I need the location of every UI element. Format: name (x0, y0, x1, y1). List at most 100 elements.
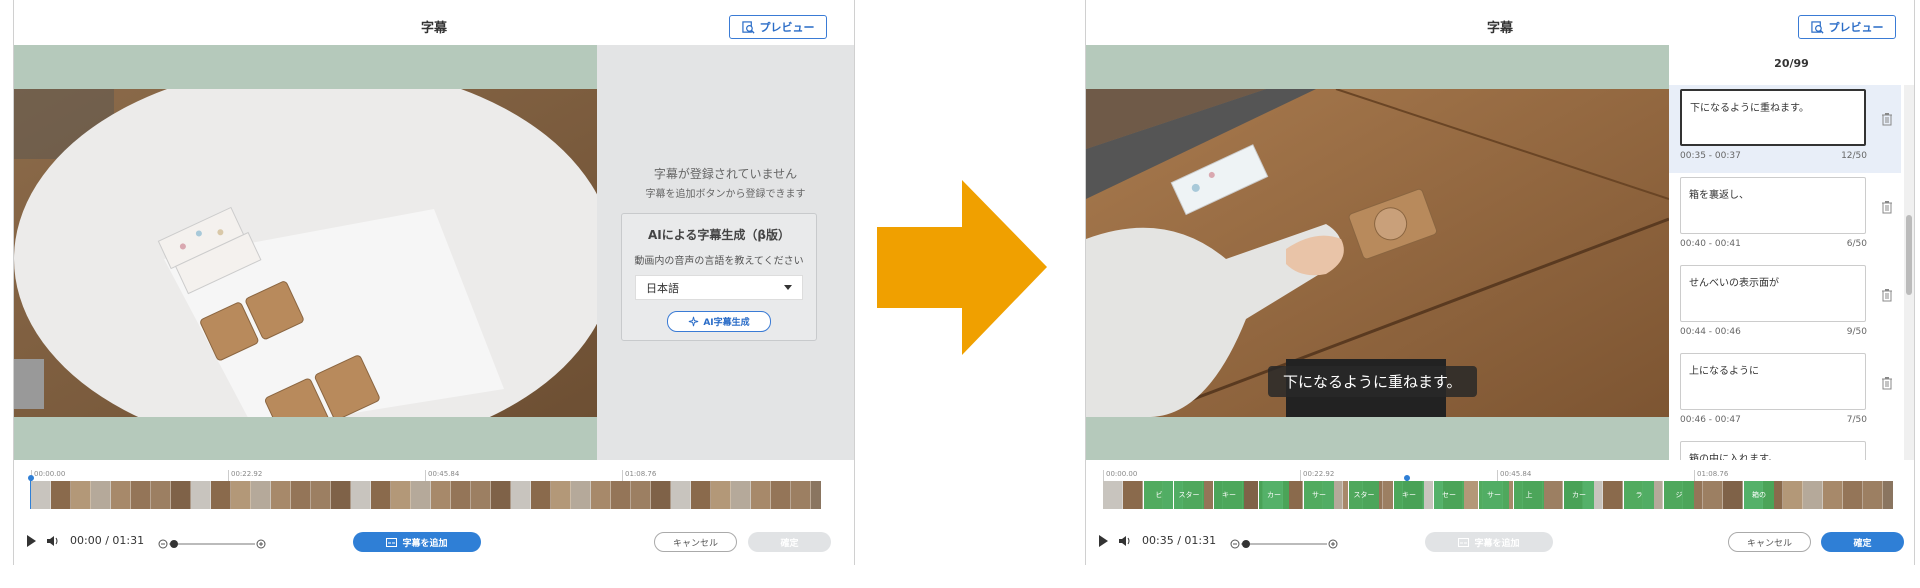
trash-icon[interactable] (1881, 200, 1893, 214)
cancel-button[interactable]: キャンセル (1728, 532, 1811, 552)
add-subtitle-label: 字幕を追加 (402, 538, 448, 549)
trash-icon[interactable] (1881, 112, 1893, 126)
volume-icon[interactable] (46, 535, 60, 547)
timeline-thumbnail (571, 481, 591, 509)
subtitle-text-field[interactable]: 箱の中に入れます。 (1680, 441, 1866, 460)
subtitle-sidebar: 20/99 下になるように重ねます。 00:35 - 00:37 12/50 箱… (1669, 45, 1914, 460)
timeline-thumbnail (351, 481, 371, 509)
video-frame[interactable] (14, 89, 597, 417)
play-icon[interactable] (1099, 534, 1108, 547)
subtitle-item[interactable]: 下になるように重ねます。 00:35 - 00:37 12/50 (1669, 85, 1901, 173)
subtitle-sidebar: 字幕が登録されていません 字幕を追加ボタンから登録できます AIによる字幕生成（… (597, 45, 854, 460)
subtitle-segment[interactable]: カー (1258, 481, 1289, 509)
subtitle-range: 00:35 - 00:37 (1680, 151, 1741, 161)
subtitle-item[interactable]: 箱の中に入れます。 (1669, 437, 1901, 460)
preview-button[interactable]: プレビュー (1798, 15, 1896, 39)
add-subtitle-button[interactable]: 字幕を追加 (1425, 532, 1553, 552)
timeline-thumbnail (431, 481, 451, 509)
subtitle-item[interactable]: 箱を裏返し、 00:40 - 00:41 6/50 (1669, 173, 1901, 261)
subtitle-item[interactable]: せんべいの表示面が 00:44 - 00:46 9/50 (1669, 261, 1901, 349)
ai-generate-button[interactable]: AI字幕生成 (667, 311, 771, 332)
scrollbar-thumb[interactable] (1906, 215, 1912, 295)
language-select[interactable]: 日本語 (635, 275, 803, 300)
timeline-thumbnail (251, 481, 271, 509)
subtitle-text-field[interactable]: せんべいの表示面が (1680, 265, 1866, 322)
timeline-thumbnail (1843, 481, 1863, 509)
timeline-thumbnail (151, 481, 171, 509)
subtitle-segment[interactable]: サー (1303, 481, 1334, 509)
timeline-thumbnail (771, 481, 791, 509)
subtitle-text-field[interactable]: 上になるように (1680, 353, 1866, 410)
sparkle-icon (689, 316, 699, 327)
subtitle-range: 00:40 - 00:41 (1680, 239, 1741, 249)
add-subtitle-label: 字幕を追加 (1474, 538, 1520, 549)
timeline-thumbnail (711, 481, 731, 509)
trash-icon[interactable] (1881, 288, 1893, 302)
timeline-thumbnail (691, 481, 711, 509)
timeline-thumbnail (791, 481, 811, 509)
subtitle-segment[interactable]: カー (1563, 481, 1594, 509)
subtitle-list: 下になるように重ねます。 00:35 - 00:37 12/50 箱を裏返し、 … (1669, 85, 1914, 460)
zoom-slider[interactable] (157, 536, 267, 550)
chevron-down-icon (784, 285, 792, 290)
timeline-thumbnail (511, 481, 531, 509)
cancel-button[interactable]: キャンセル (654, 532, 737, 552)
timeline-thumbnail (231, 481, 251, 509)
thumbnail-strip[interactable] (31, 481, 821, 509)
subtitle-segment[interactable]: キー (1393, 481, 1424, 509)
preview-icon (741, 20, 755, 34)
subtitle-segment[interactable]: 箱の (1743, 481, 1774, 509)
timeline-thumbnail (271, 481, 291, 509)
timeline-thumbnail (611, 481, 631, 509)
ruler-label: 01:08.76 (625, 470, 657, 478)
subtitle-item[interactable]: 上になるように 00:46 - 00:47 7/50 (1669, 349, 1901, 437)
play-icon[interactable] (27, 534, 36, 547)
preview-label: プレビュー (759, 21, 815, 34)
subtitle-icon (386, 537, 398, 547)
timeline-thumbnail (1123, 481, 1143, 509)
panel-title: 字幕 (420, 21, 447, 36)
ruler-label: 00:00.00 (1106, 470, 1138, 478)
subtitle-text-field[interactable]: 箱を裏返し、 (1680, 177, 1866, 234)
subtitle-range: 00:46 - 00:47 (1680, 415, 1741, 425)
panel-title: 字幕 (1486, 21, 1513, 36)
timeline-thumbnail (1863, 481, 1883, 509)
confirm-button[interactable]: 確定 (748, 532, 831, 552)
subtitle-segment[interactable]: ビ (1143, 481, 1174, 509)
subtitle-char-count: 9/50 (1846, 327, 1867, 337)
playback-controls: 00:35 / 01:31 (1099, 534, 1216, 547)
subtitle-counter: 20/99 (1774, 57, 1809, 70)
timeline-thumbnail (471, 481, 491, 509)
subtitle-segment[interactable]: キー (1213, 481, 1244, 509)
add-subtitle-button[interactable]: 字幕を追加 (353, 532, 481, 552)
timeline-thumbnail (311, 481, 331, 509)
language-value: 日本語 (646, 281, 679, 295)
subtitle-segment[interactable]: スター (1173, 481, 1204, 509)
timeline-thumbnail (451, 481, 471, 509)
timeline-thumbnail (631, 481, 651, 509)
subtitle-segment[interactable]: ジ (1663, 481, 1694, 509)
timeline-thumbnail (91, 481, 111, 509)
subtitle-segment[interactable]: サー (1478, 481, 1509, 509)
editor-panel-after: 字幕 プレビュー 下になるように重ねます。 20/99 下になるように重ねます。… (1085, 0, 1915, 565)
subtitle-segment[interactable]: スター (1348, 481, 1379, 509)
arrow-right-icon (877, 180, 1047, 355)
empty-message: 字幕が登録されていません (653, 167, 798, 181)
subtitle-segment[interactable]: セー (1433, 481, 1464, 509)
timeline-thumbnail (191, 481, 211, 509)
volume-icon[interactable] (1118, 535, 1132, 547)
thumbnail-strip[interactable]: ビスター キー カー サー スター キー セー サー上カーラジ箱の (1103, 481, 1893, 509)
subtitle-segment[interactable]: 上 (1513, 481, 1544, 509)
zoom-slider[interactable] (1229, 536, 1339, 550)
confirm-button[interactable]: 確定 (1821, 532, 1904, 552)
timeline-thumbnail (551, 481, 571, 509)
subtitle-segment[interactable]: ラ (1623, 481, 1654, 509)
timeline-thumbnail (411, 481, 431, 509)
ruler-label: 01:08.76 (1697, 470, 1729, 478)
scrollbar[interactable] (1904, 85, 1914, 460)
subtitle-icon (1458, 537, 1470, 547)
preview-button[interactable]: プレビュー (729, 15, 827, 39)
trash-icon[interactable] (1881, 376, 1893, 390)
timeline-thumbnail (671, 481, 691, 509)
subtitle-text-field[interactable]: 下になるように重ねます。 (1680, 89, 1866, 146)
